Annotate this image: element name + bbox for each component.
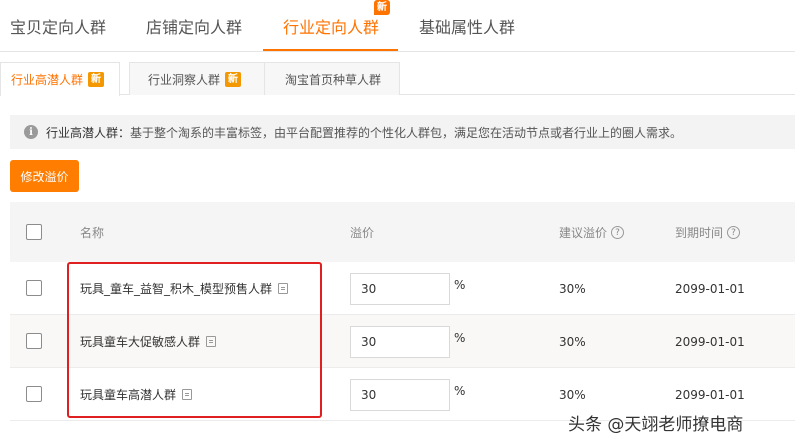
main-tab-bar: 宝贝定向人群 店铺定向人群 行业定向人群 新 基础属性人群 (0, 0, 795, 52)
row-name: 玩具童车高潜人群 (80, 386, 193, 403)
active-tab-indicator (263, 49, 398, 51)
expire-date: 2099-01-01 (675, 335, 745, 349)
info-banner: i 行业高潜人群： 基于整个淘系的丰富标签，由平台配置推荐的个性化人群包，满足您… (10, 115, 795, 149)
percent-unit: % (454, 331, 466, 345)
document-icon[interactable] (182, 389, 193, 400)
help-icon[interactable]: ? (727, 226, 741, 239)
select-all-checkbox[interactable] (26, 224, 42, 240)
percent-unit: % (454, 384, 466, 398)
new-badge: 新 (88, 72, 105, 87)
row-name: 玩具童车大促敏感人群 (80, 333, 217, 350)
new-badge: 新 (374, 0, 390, 15)
help-icon[interactable]: ? (611, 226, 625, 239)
table-row: 玩具童车大促敏感人群 % 30% 2099-01-01 (10, 315, 795, 368)
expire-date: 2099-01-01 (675, 282, 745, 296)
header-expire: 到期时间 ? (675, 224, 741, 241)
subtab-industry-potential[interactable]: 行业高潜人群 新 (0, 62, 120, 96)
premium-input[interactable] (350, 326, 450, 358)
header-expire-label: 到期时间 (675, 226, 724, 240)
header-suggested: 建议溢价 ? (559, 224, 625, 241)
header-suggested-label: 建议溢价 (559, 226, 608, 240)
new-badge: 新 (225, 71, 242, 87)
suggested-premium: 30% (559, 335, 586, 349)
info-title: 行业高潜人群： (46, 125, 131, 140)
table-row: 玩具_童车_益智_积木_模型预售人群 % 30% 2099-01-01 (10, 262, 795, 315)
subtab-industry-insight[interactable]: 行业洞察人群 新 (129, 62, 265, 95)
percent-unit: % (454, 278, 466, 292)
info-icon: i (24, 125, 38, 139)
tab-shop-targeting[interactable]: 店铺定向人群 (146, 14, 242, 38)
watermark: 头条 @天翊老师撩电商 (568, 415, 744, 435)
subtab-taobao-home-seeding[interactable]: 淘宝首页种草人群 (264, 62, 400, 95)
suggested-premium: 30% (559, 282, 586, 296)
header-name: 名称 (80, 226, 105, 240)
subtab-label: 行业洞察人群 (148, 72, 221, 87)
subtab-label: 行业高潜人群 (11, 73, 84, 87)
expire-date: 2099-01-01 (675, 388, 745, 402)
row-name-text: 玩具_童车_益智_积木_模型预售人群 (80, 282, 273, 296)
premium-input[interactable] (350, 273, 450, 305)
row-name-text: 玩具童车高潜人群 (80, 388, 177, 402)
suggested-premium: 30% (559, 388, 586, 402)
document-icon[interactable] (206, 336, 217, 347)
row-checkbox[interactable] (26, 333, 42, 349)
premium-input[interactable] (350, 379, 450, 411)
tab-basic-attributes[interactable]: 基础属性人群 (419, 14, 515, 38)
info-text: 基于整个淘系的丰富标签，由平台配置推荐的个性化人群包，满足您在活动节点或者行业上… (130, 125, 683, 140)
edit-premium-button[interactable]: 修改溢价 (10, 160, 79, 192)
row-name-text: 玩具童车大促敏感人群 (80, 335, 201, 349)
sub-tab-bar: 行业高潜人群 新 行业洞察人群 新 淘宝首页种草人群 (0, 62, 795, 96)
subtab-label: 淘宝首页种草人群 (285, 72, 382, 87)
tab-industry-targeting[interactable]: 行业定向人群 (283, 14, 379, 38)
document-icon[interactable] (278, 283, 289, 294)
table-header: 名称 溢价 建议溢价 ? 到期时间 ? (10, 202, 795, 262)
header-premium: 溢价 (350, 226, 375, 240)
row-checkbox[interactable] (26, 280, 42, 296)
tab-item-targeting[interactable]: 宝贝定向人群 (10, 14, 106, 38)
row-checkbox[interactable] (26, 386, 42, 402)
row-name: 玩具_童车_益智_积木_模型预售人群 (80, 280, 289, 297)
